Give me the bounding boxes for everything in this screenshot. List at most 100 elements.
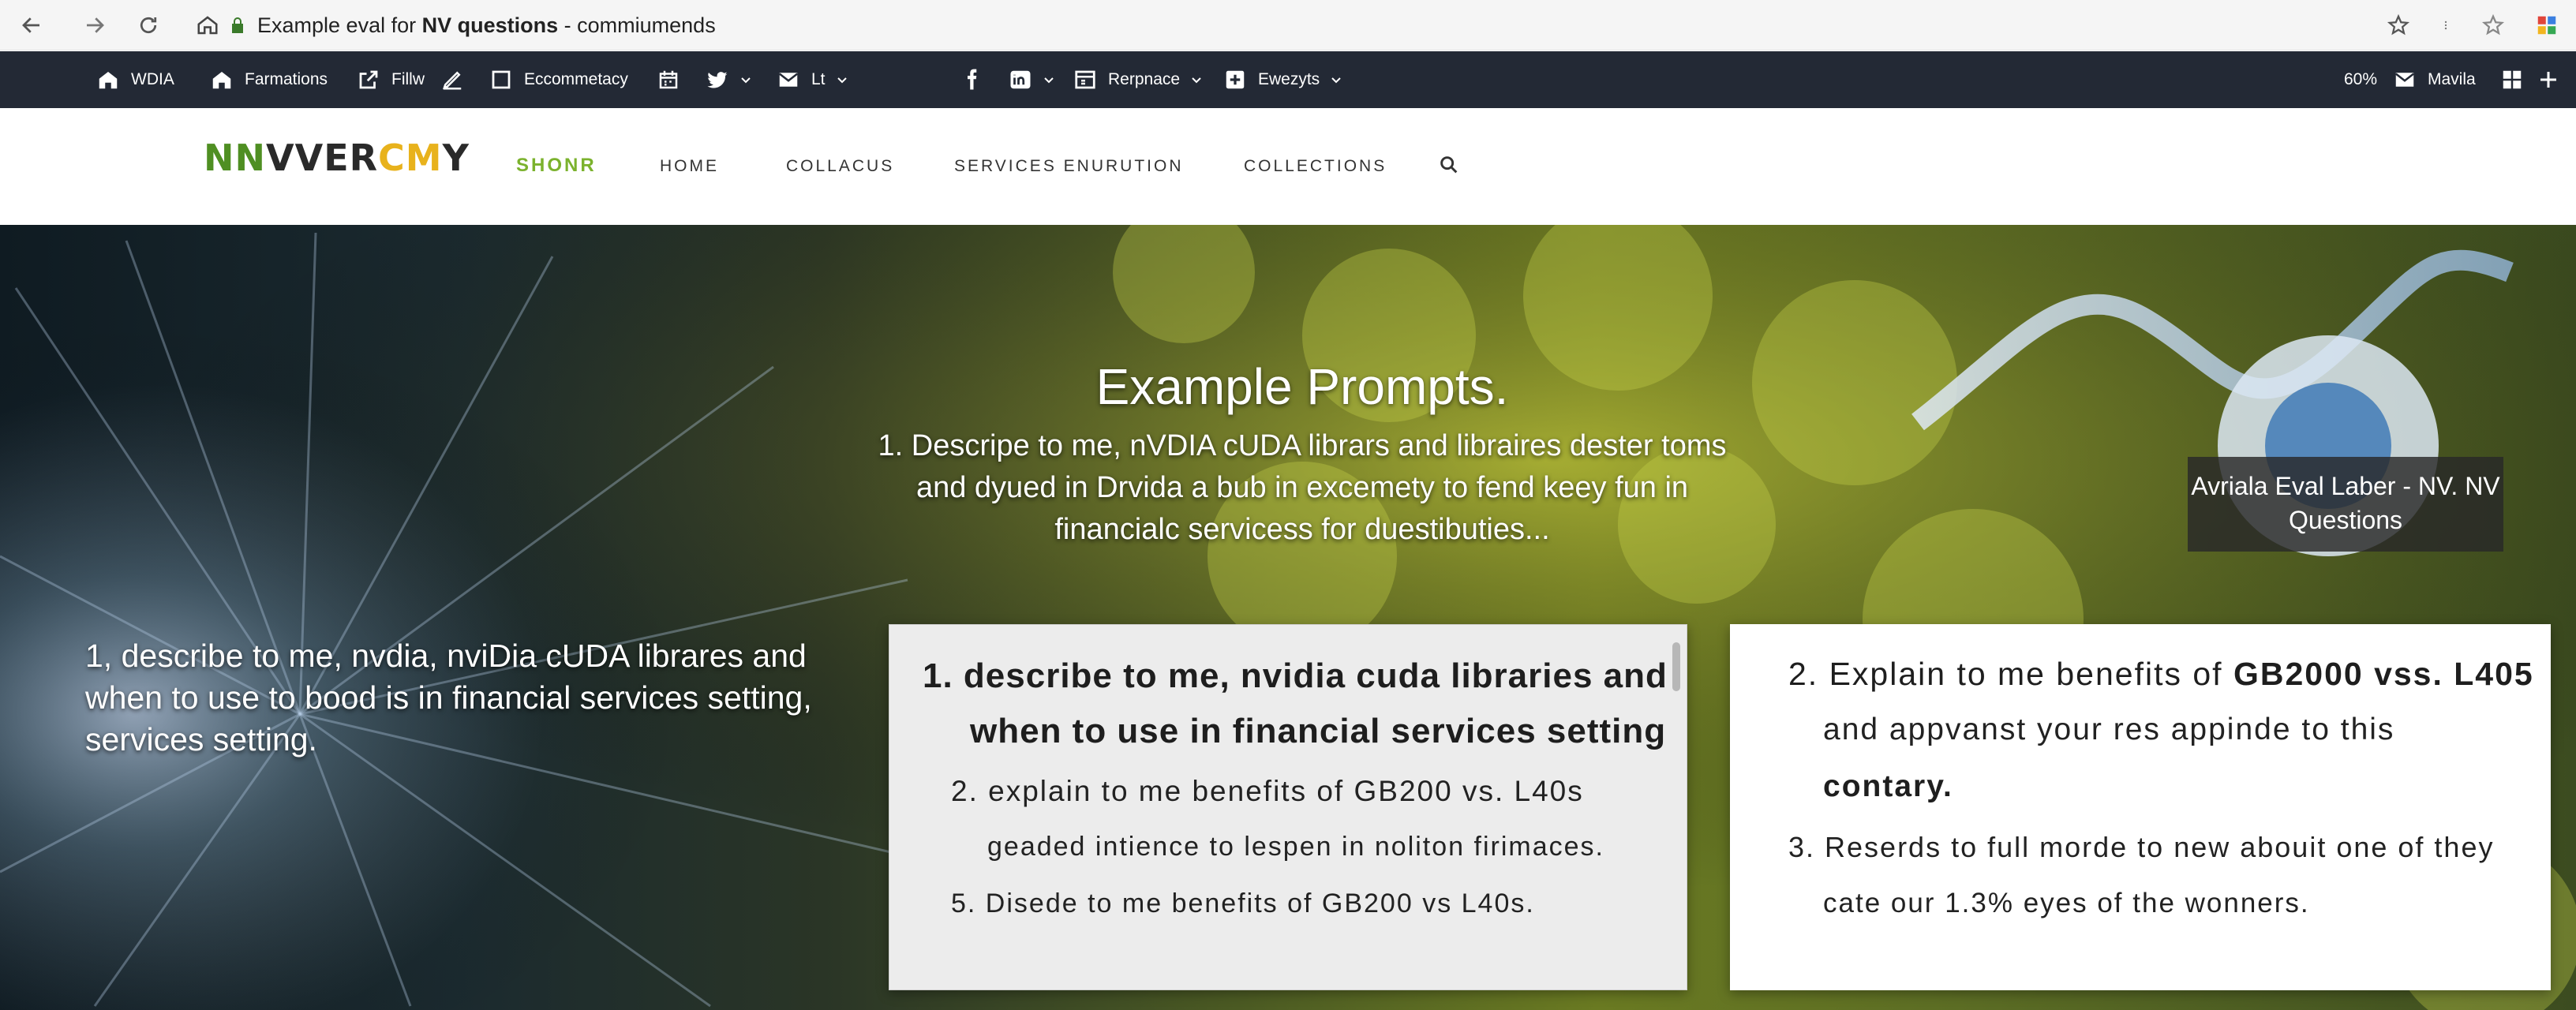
site-header: NNVVERCMY SHONR HOME COLLACUS SERVICES E…	[0, 108, 2576, 225]
search-icon[interactable]	[1438, 154, 1460, 176]
url-bold: NV questions	[421, 13, 559, 37]
chevron-down-icon	[741, 77, 751, 84]
arrow-left-icon	[22, 17, 39, 33]
nav-item-collections[interactable]: COLLECTIONS	[1244, 157, 1387, 176]
logo-part: VVER	[266, 137, 379, 179]
linkedin-icon	[1010, 70, 1031, 89]
nav-item-services[interactable]: SERVICES ENURUTION	[954, 157, 1184, 176]
mail-icon	[2394, 73, 2415, 87]
bookmark-label: Fillw	[391, 70, 425, 88]
zoom-level: 60%	[2344, 70, 2378, 88]
bookmark-item[interactable]: Fillw	[357, 51, 425, 108]
bookmark-item[interactable]	[1009, 51, 1054, 108]
lock-icon	[232, 17, 243, 33]
home-icon[interactable]	[196, 13, 219, 37]
bookmark-label: WDIA	[131, 70, 174, 88]
profile-button[interactable]: Mavila	[2393, 51, 2476, 108]
nav-item-home[interactable]: HOME	[660, 157, 719, 176]
reload-button[interactable]	[133, 9, 164, 41]
url-suffix: - commiumends	[564, 13, 716, 37]
bookmark-item[interactable]: Eccommetacy	[489, 51, 628, 108]
card-line: and appvanst your res appinde to this	[1823, 713, 2395, 746]
star-icon[interactable]	[2387, 13, 2410, 37]
prompt-card-right[interactable]: 2. Explain to me benefits of GB2000 vss.…	[1730, 624, 2551, 990]
logo-part: NN	[204, 137, 266, 179]
twitter-icon	[707, 72, 728, 88]
bookmark-item[interactable]: Lt	[777, 51, 848, 108]
site-logo[interactable]: NNVVERCMY	[204, 137, 470, 179]
card-line: 3. Reserds to full morde to new abouit o…	[1788, 831, 2495, 863]
address-bar[interactable]: Example eval for NV questions - commiume…	[186, 6, 2428, 44]
zoom-indicator[interactable]: 60%	[2344, 51, 2377, 108]
home-icon	[99, 72, 118, 89]
hero-description: 1. Descripe to me, nVDIA cUDA librars an…	[878, 429, 1727, 546]
hero-title: Example Prompts.	[1095, 358, 1509, 415]
plus-box-icon	[1226, 70, 1245, 89]
card-line: geaded intience to lespen in noliton fir…	[987, 832, 1604, 862]
scrollbar[interactable]	[1672, 642, 1680, 691]
nav-item-collacus[interactable]: COLLACUS	[786, 157, 894, 176]
profile-label: Mavila	[2428, 70, 2476, 88]
apps-button[interactable]	[2500, 51, 2524, 108]
card-line-part: 2. Explain to me benefits of	[1788, 656, 2223, 692]
url-prefix: Example eval for	[257, 13, 417, 37]
chevron-down-icon	[1192, 77, 1201, 84]
more-vert-icon[interactable]	[2440, 13, 2451, 37]
square-icon	[492, 70, 511, 89]
calendar-icon	[659, 70, 678, 89]
back-button[interactable]	[16, 9, 47, 41]
facebook-icon	[968, 69, 977, 90]
hero-left-text: 1, describe to me, nvdia, nviDia cUDA li…	[85, 635, 843, 761]
toolbar-right	[2387, 8, 2559, 43]
bookmark-item[interactable]: Farmations	[210, 51, 328, 108]
prompt-card-middle[interactable]: 1. describe to me, nvidia cuda libraries…	[889, 624, 1687, 990]
nav-item-shonr[interactable]: SHONR	[516, 155, 597, 177]
window-icon	[1075, 70, 1095, 89]
home-icon	[212, 72, 231, 89]
bookmark-label: Ewezyts	[1258, 70, 1320, 88]
mail-icon	[778, 73, 799, 87]
bookmark-item[interactable]	[440, 51, 464, 108]
plus-icon	[2540, 72, 2556, 88]
chevron-down-icon	[1331, 77, 1341, 84]
card-line-bold: GB2000 vss. L405	[2233, 656, 2534, 692]
external-link-icon	[359, 70, 378, 89]
bookmark-label: Lt	[811, 70, 826, 88]
bookmark-item[interactable]	[657, 51, 680, 108]
bookmark-item[interactable]: Ewezyts	[1223, 51, 1342, 108]
card-line: 1. describe to me, nvidia cuda libraries…	[923, 656, 1668, 695]
bookmark-item[interactable]	[706, 51, 751, 108]
hero-left-line: 1, describe to me, nvdia, nviDia cUDA li…	[85, 638, 807, 674]
hero-section: Example Prompts. 1. Descripe to me, nVDI…	[0, 225, 2576, 1010]
chevron-down-icon	[1044, 77, 1054, 84]
chevron-down-icon	[837, 77, 847, 84]
bookmark-item[interactable]	[960, 51, 983, 108]
bookmark-item[interactable]: Rerpnace	[1073, 51, 1202, 108]
hero-left-line: services setting.	[85, 721, 317, 758]
card-line: when to use in financial services settin…	[970, 712, 1667, 750]
hero-left-line: when to use to bood is in financial serv…	[85, 679, 812, 716]
bookmarks-bar: WDIA Farmations Fillw Eccommetacy Lt Rer…	[0, 51, 2576, 108]
add-bookmark-button[interactable]	[2537, 51, 2560, 108]
browser-toolbar: Example eval for NV questions - commiume…	[0, 0, 2576, 50]
pen-icon	[443, 71, 462, 90]
card-line: 2. explain to me benefits of GB200 vs. L…	[951, 775, 1584, 807]
card-line: 5. Disede to me benefits of GB200 vs L40…	[951, 888, 1535, 918]
eval-badge: Avriala Eval Laber - NV. NV Questions	[2188, 457, 2503, 552]
bookmark-label: Eccommetacy	[524, 70, 628, 88]
grid-icon	[2503, 70, 2522, 89]
bookmark-star-icon[interactable]	[2481, 13, 2505, 37]
bookmark-label: Farmations	[245, 70, 328, 88]
logo-part: CM	[378, 137, 443, 179]
forward-button[interactable]	[79, 9, 110, 41]
bookmark-label: Rerpnace	[1108, 70, 1181, 88]
card-line: cate our 1.3% eyes of the wonners.	[1823, 888, 2310, 918]
arrow-right-icon	[87, 17, 104, 33]
url-text: Example eval for NV questions - commiume…	[257, 13, 716, 38]
logo-part: Y	[442, 137, 470, 179]
extension-icon[interactable]	[2535, 13, 2559, 37]
card-line: contary.	[1823, 769, 1953, 803]
bookmark-item[interactable]: WDIA	[96, 51, 174, 108]
reload-icon	[140, 17, 157, 34]
card-line: 2. Explain to me benefits of GB2000 vss.…	[1788, 656, 2534, 693]
